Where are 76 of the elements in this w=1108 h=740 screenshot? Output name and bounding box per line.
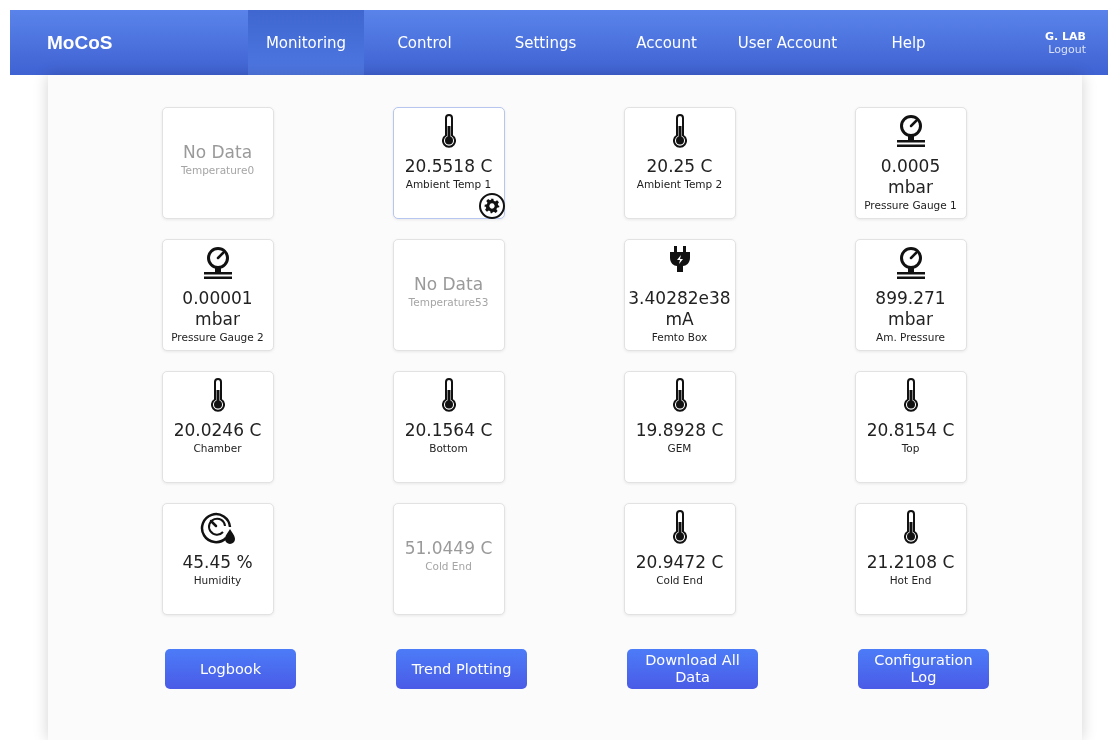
- sensor-label: GEM: [667, 441, 692, 455]
- sensor-reading: 20.1564 C: [404, 420, 493, 441]
- action-button[interactable]: Configuration Log: [858, 649, 989, 689]
- logout-link[interactable]: Logout: [1048, 42, 1086, 56]
- nav-tab[interactable]: Settings: [485, 10, 606, 75]
- sensor-label: Hot End: [889, 573, 932, 587]
- sensor-tile[interactable]: 19.8928 C GEM: [623, 371, 736, 483]
- sensor-tile[interactable]: 20.9472 C Cold End: [623, 503, 736, 615]
- nav-tab[interactable]: Help: [848, 10, 969, 75]
- humidity-gauge-icon: [199, 510, 236, 544]
- sensor-reading: 0.00001: [182, 288, 253, 309]
- sensor-label: Temperature0: [180, 163, 255, 177]
- sensor-tile[interactable]: 20.0246 C Chamber: [161, 371, 274, 483]
- nav-tab[interactable]: Control: [364, 10, 485, 75]
- sensor-tile[interactable]: 20.8154 C Top: [854, 371, 967, 483]
- sensor-reading: 20.25 C: [646, 156, 713, 177]
- settings-icon[interactable]: [478, 193, 505, 219]
- sensor-label: Ambient Temp 1: [405, 177, 492, 191]
- sensor-reading: 51.0449 C: [404, 538, 493, 559]
- nav-tab[interactable]: Account: [606, 10, 727, 75]
- sensor-tile[interactable]: No Data Temperature0: [161, 107, 274, 219]
- thermometer-icon: [441, 378, 456, 412]
- user-name: G. LAB: [1045, 29, 1086, 43]
- thermometer-icon: [672, 378, 687, 412]
- sensor-reading: mbar: [888, 177, 933, 198]
- sensor-label: Temperature53: [408, 295, 489, 309]
- sensor-reading: 20.0246 C: [173, 420, 262, 441]
- sensor-reading: 3.40282e38: [628, 288, 731, 309]
- sensor-tile[interactable]: 20.1564 C Bottom: [392, 371, 505, 483]
- sensor-tile[interactable]: No Data Temperature53: [392, 239, 505, 351]
- thermometer-icon: [210, 378, 225, 412]
- thermometer-icon: [903, 378, 918, 412]
- sensor-reading: mA: [665, 309, 694, 330]
- sensor-tile[interactable]: 899.271 mbar Am. Pressure: [854, 239, 967, 351]
- sensor-label: Femto Box: [651, 330, 708, 344]
- sensor-reading: 19.8928 C: [635, 420, 724, 441]
- sensor-reading: No Data: [182, 142, 253, 163]
- sensor-tile[interactable]: 21.2108 C Hot End: [854, 503, 967, 615]
- sensor-reading: 21.2108 C: [866, 552, 955, 573]
- brand-logo: MoCoS: [47, 30, 114, 55]
- sensor-tile[interactable]: 0.0005 mbar Pressure Gauge 1: [854, 107, 967, 219]
- sensor-reading: 45.45 %: [182, 552, 253, 573]
- sensor-reading: 20.9472 C: [635, 552, 724, 573]
- sensor-label: Chamber: [193, 441, 242, 455]
- sensor-label: Am. Pressure: [876, 330, 945, 344]
- thermometer-icon: [903, 510, 918, 544]
- sensor-label: Pressure Gauge 1: [864, 198, 957, 212]
- sensor-label: Ambient Temp 2: [636, 177, 723, 191]
- sensor-tile[interactable]: 20.25 C Ambient Temp 2: [623, 107, 736, 219]
- sensor-reading: 899.271: [875, 288, 946, 309]
- sensor-label: Top: [901, 441, 920, 455]
- thermometer-icon: [672, 510, 687, 544]
- sensor-reading: 20.8154 C: [866, 420, 955, 441]
- action-button[interactable]: Download All Data: [627, 649, 758, 689]
- sensor-label: Cold End: [425, 559, 472, 573]
- sensor-tile[interactable]: 51.0449 C Cold End: [392, 503, 505, 615]
- sensor-reading: mbar: [195, 309, 240, 330]
- sensor-reading: No Data: [413, 274, 484, 295]
- sensor-tile[interactable]: 0.00001 mbar Pressure Gauge 2: [161, 239, 274, 351]
- sensor-tile[interactable]: 45.45 % Humidity: [161, 503, 274, 615]
- sensor-reading: 20.5518 C: [404, 156, 493, 177]
- nav-tab[interactable]: User Account: [727, 10, 848, 75]
- thermometer-icon: [672, 114, 687, 148]
- action-button[interactable]: Logbook: [165, 649, 296, 689]
- sensor-tile[interactable]: 20.5518 C Ambient Temp 1: [392, 107, 505, 219]
- plug-icon: [669, 246, 690, 272]
- thermometer-icon: [441, 114, 456, 148]
- sensor-label: Pressure Gauge 2: [171, 330, 264, 344]
- sensor-reading: 0.0005: [880, 156, 941, 177]
- sensor-reading: mbar: [888, 309, 933, 330]
- sensor-label: Humidity: [193, 573, 242, 587]
- sensor-label: Bottom: [429, 441, 468, 455]
- nav-tab[interactable]: Monitoring: [248, 10, 364, 75]
- action-button[interactable]: Trend Plotting: [396, 649, 527, 689]
- sensor-label: Cold End: [656, 573, 703, 587]
- sensor-tile[interactable]: 3.40282e38 mA Femto Box: [623, 239, 736, 351]
